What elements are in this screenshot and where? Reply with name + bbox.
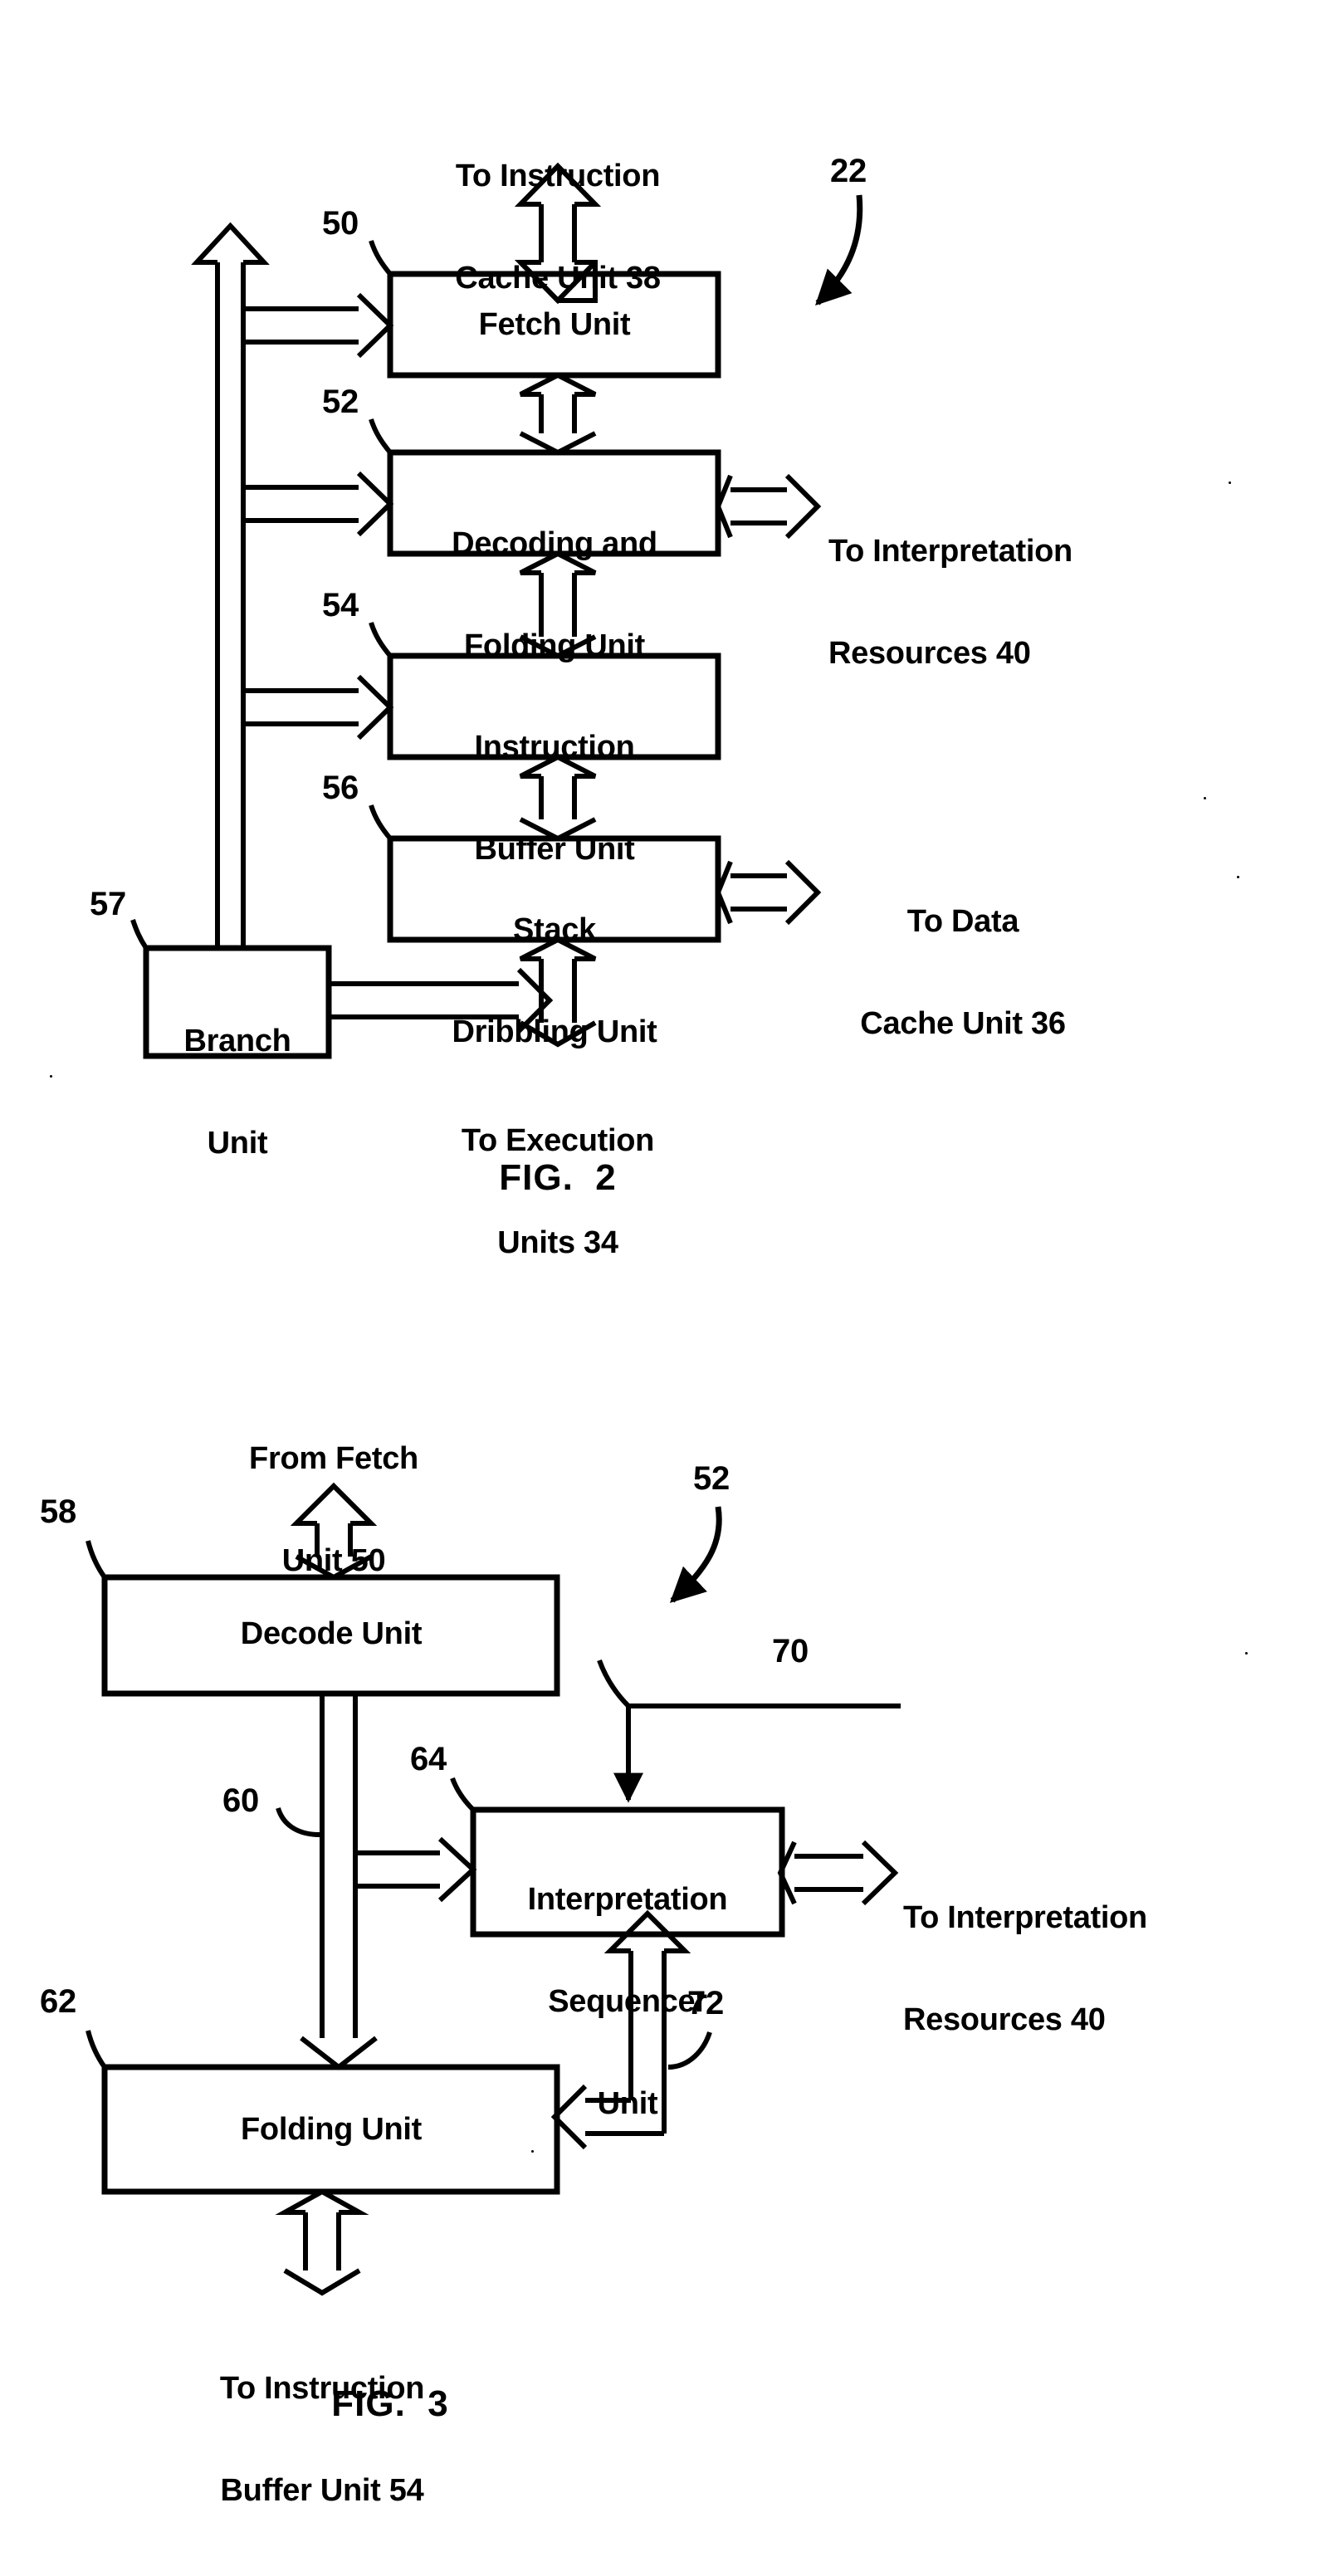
scan-speck	[1245, 1652, 1248, 1655]
fig2-caption: FIG. 2	[499, 1157, 617, 1198]
fig3-block-folding-unit-label: Folding Unit	[241, 2112, 422, 2147]
scan-speck	[1237, 876, 1239, 878]
fig3-ref-62: 62	[40, 1983, 76, 2020]
fig2-decoding-line1: Decoding and	[452, 526, 657, 562]
fig2-ref-52: 52	[322, 384, 359, 420]
fig3-to-interp-line1: To Interpretation	[903, 1900, 1147, 1936]
fig2-ref-56: 56	[322, 770, 359, 806]
fig2-to-instruction-cache-line1: To Instruction	[455, 159, 661, 194]
scan-speck	[1204, 797, 1206, 799]
fig3-assembly-ref-52: 52	[693, 1460, 730, 1497]
fig3-ref-58: 58	[40, 1493, 76, 1530]
fig2-block-branch-unit-label: Branch Unit	[183, 956, 291, 1229]
fig3-from-fetch-unit-label: From Fetch Unit 50	[249, 1374, 418, 1646]
fig2-instruction-buffer-line1: Instruction	[474, 730, 635, 765]
fig2-branch-line1: Branch	[183, 1024, 291, 1059]
fig3-interp-line3: Unit	[597, 2086, 658, 2122]
fig3-to-interpretation-resources-label: To Interpretation Resources 40	[903, 1833, 1147, 2105]
fig2-to-interp-line2: Resources 40	[828, 636, 1031, 672]
fig2-block-fetch-unit-label: Fetch Unit	[478, 307, 631, 342]
fig2-to-data-line2: Cache Unit 36	[860, 1006, 1066, 1042]
fig3-ref-60: 60	[222, 1782, 259, 1819]
fig3-to-interp-line2: Resources 40	[903, 2002, 1106, 2038]
fig2-ref-54: 54	[322, 587, 359, 623]
fig3-to-instruction-buffer-label: To Instruction Buffer Unit 54	[220, 2304, 425, 2576]
fig2-assembly-ref-22: 22	[830, 153, 867, 189]
fig3-to-instr-buf-line2: Buffer Unit 54	[220, 2473, 424, 2509]
fig3-from-fetch-line2: Unit 50	[281, 1543, 386, 1579]
fig2-ref-57: 57	[90, 886, 126, 922]
fig2-to-interpretation-resources-label: To Interpretation Resources 40	[828, 467, 1072, 739]
patent-drawing-sheet: To Instruction Cache Unit 38 22 50 Fetch…	[0, 0, 1329, 2508]
fig2-branch-line2: Unit	[207, 1126, 268, 1161]
fig2-decoding-line2: Folding Unit	[463, 628, 645, 664]
fig2-stack-line2: Dribbling Unit	[452, 1014, 657, 1050]
fig3-interp-line1: Interpretation	[527, 1882, 728, 1918]
fig2-to-interp-line1: To Interpretation	[828, 534, 1072, 569]
fig2-ref-50: 50	[322, 205, 359, 242]
fig2-stack-line1: Stack	[513, 912, 596, 948]
fig3-from-fetch-line1: From Fetch	[249, 1441, 418, 1477]
scan-speck	[531, 2150, 534, 2153]
fig3-block-decode-unit-label: Decode Unit	[240, 1616, 423, 1651]
fig2-to-exec-line2: Units 34	[497, 1225, 618, 1261]
fig2-to-instruction-cache-line2: Cache Unit 38	[455, 261, 661, 296]
scan-speck	[1229, 481, 1231, 484]
fig3-ref-64: 64	[410, 1741, 447, 1777]
fig3-caption: FIG. 3	[331, 2383, 449, 2424]
fig3-ref-70: 70	[772, 1633, 809, 1669]
fig2-to-exec-line1: To Execution	[461, 1123, 655, 1159]
fig2-to-data-line1: To Data	[906, 904, 1019, 940]
fig2-to-data-cache-label: To Data Cache Unit 36	[860, 837, 1066, 1109]
fig3-ref-72: 72	[687, 1985, 724, 2021]
scan-speck	[50, 1075, 52, 1078]
